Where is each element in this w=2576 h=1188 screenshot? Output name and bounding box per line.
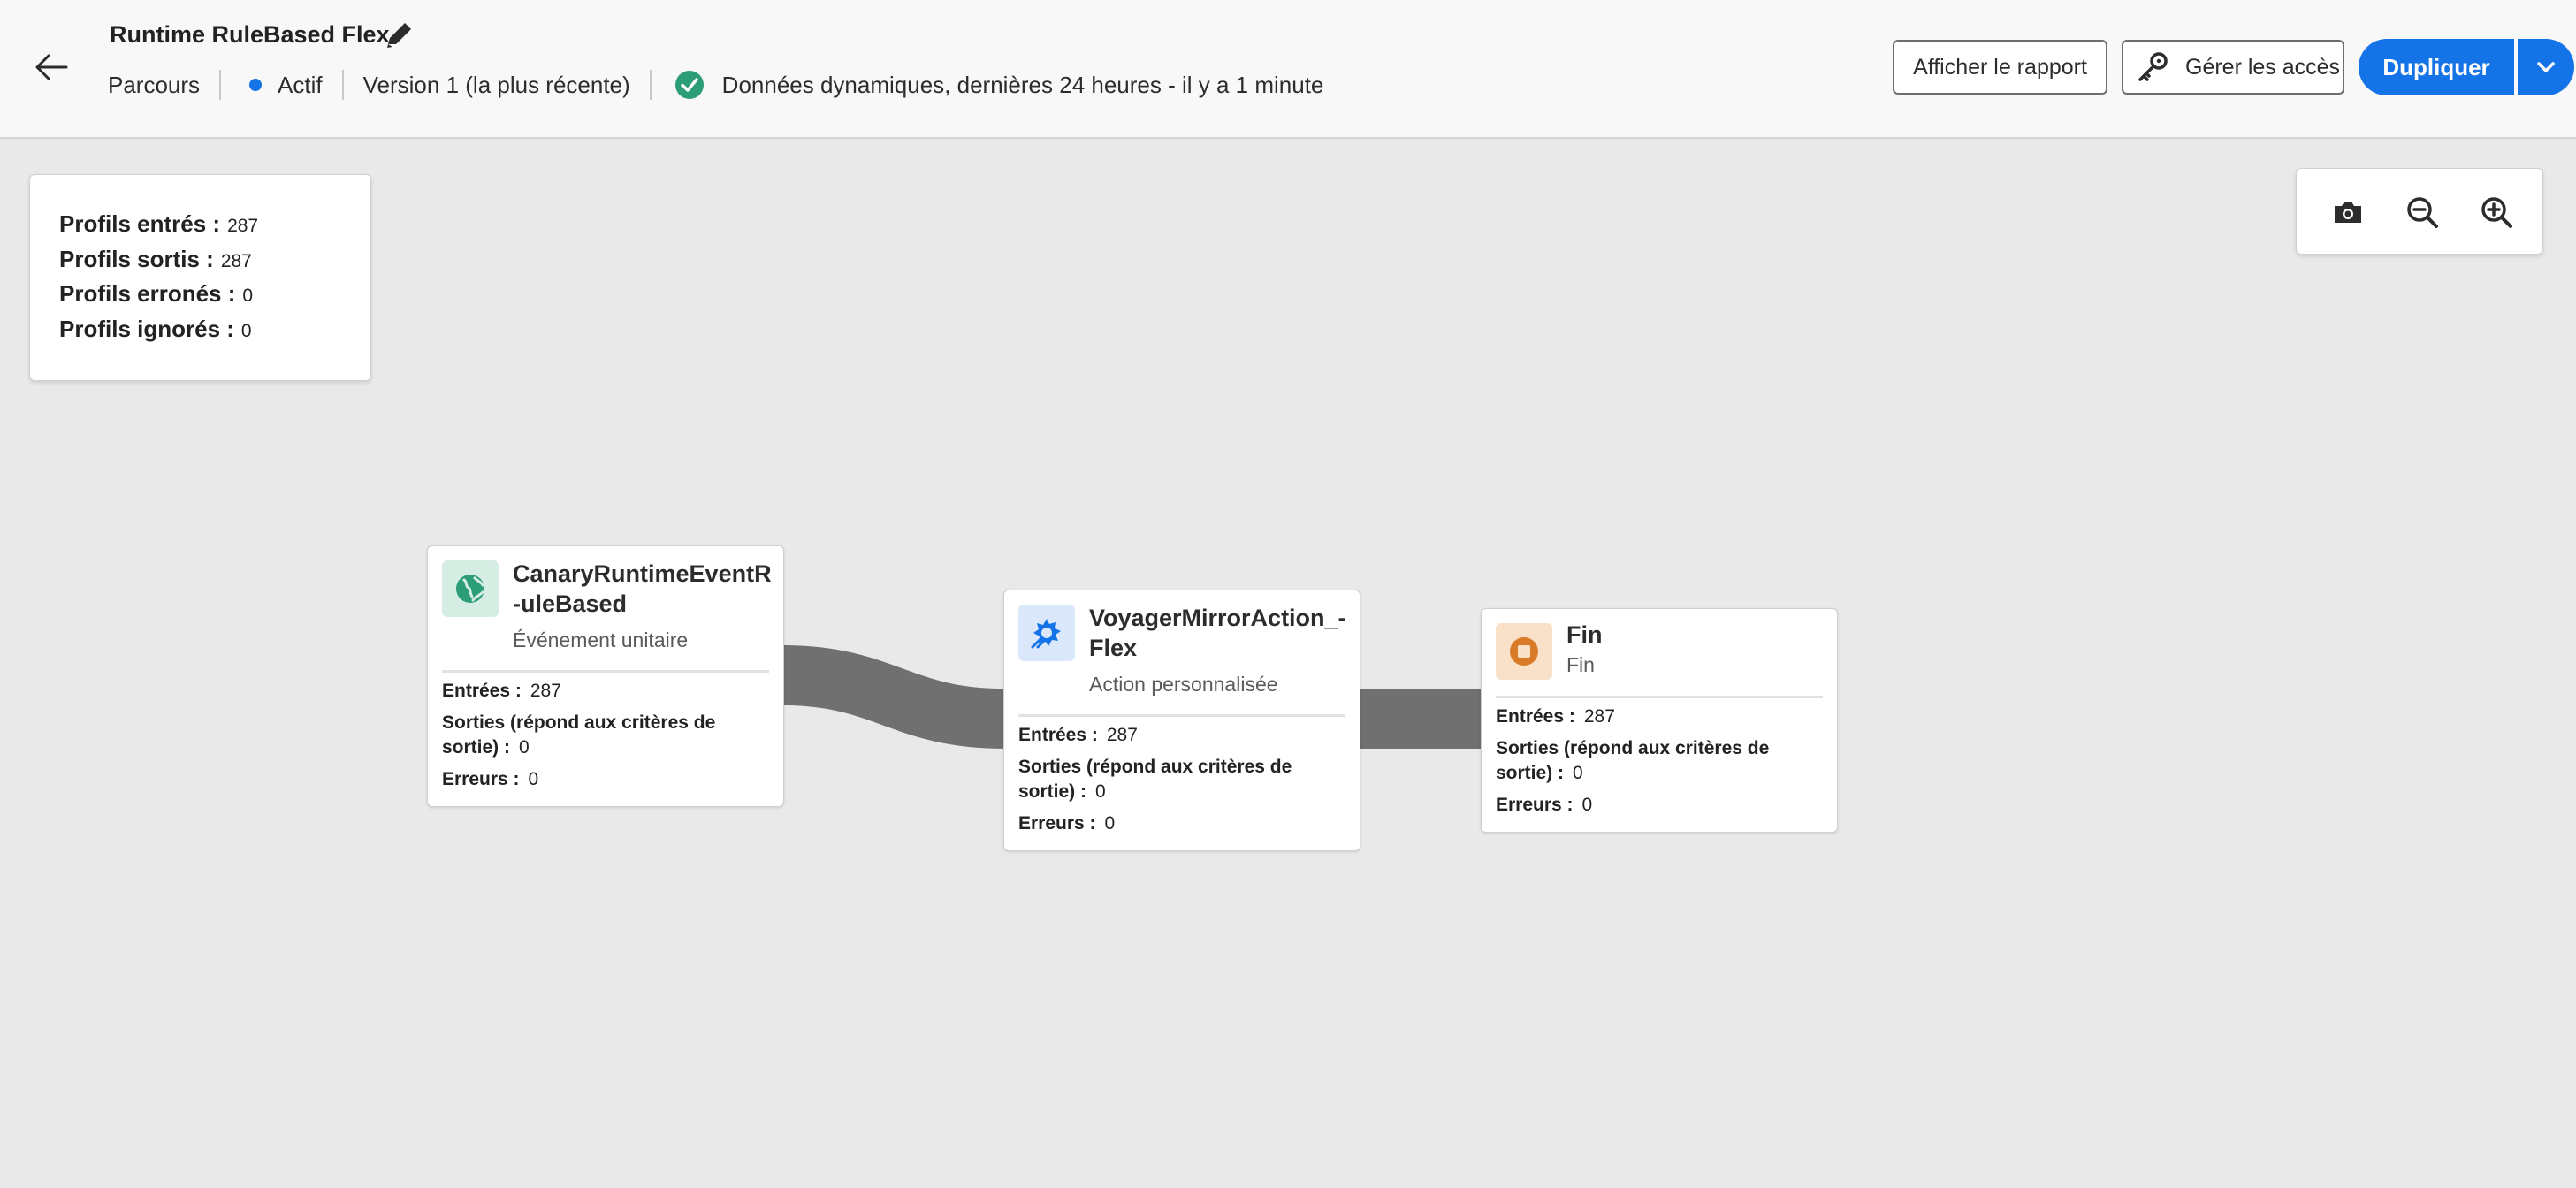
key-icon [2138, 52, 2168, 81]
node-exits: Sorties (répond aux critères de sortie) … [442, 711, 769, 760]
errors-label: Erreurs : [442, 769, 520, 789]
node-exits: Sorties (répond aux critères de sortie) … [1496, 736, 1823, 786]
back-button[interactable] [32, 48, 71, 87]
node-type: Action personnalisée [1089, 673, 1278, 696]
flow-link-event-to-action [782, 645, 1004, 749]
globe-icon [456, 575, 484, 603]
custom-action-icon [1031, 619, 1061, 649]
stat-profiles-errored: Profils erronés : 0 [59, 280, 370, 316]
zoom-in-button[interactable] [2477, 193, 2516, 232]
divider [341, 70, 344, 100]
entries-value: 287 [1583, 706, 1615, 727]
node-name: Fin [1566, 621, 1603, 648]
node-entries: Entrées : 287 [1496, 704, 1823, 729]
checkmark-circle-icon [674, 71, 704, 99]
entries-value: 287 [530, 681, 561, 701]
stat-profiles-exited: Profils sortis : 287 [59, 246, 370, 281]
version-label[interactable]: Version 1 (la plus récente) [363, 72, 630, 99]
stat-value: 287 [220, 250, 252, 271]
errors-value: 0 [1104, 813, 1116, 834]
entries-label: Entrées : [442, 681, 522, 701]
manage-access-label: Gérer les accès [2185, 54, 2341, 80]
stat-value: 287 [227, 216, 259, 236]
status-dot-icon [249, 79, 263, 91]
stat-value: 0 [240, 320, 252, 341]
exits-value: 0 [519, 737, 530, 758]
camera-icon [2335, 202, 2361, 223]
node-stats: Entrées : 287 Sorties (répond aux critère… [442, 679, 769, 792]
view-report-button[interactable]: Afficher le rapport [1893, 40, 2107, 95]
node-entries: Entrées : 287 [442, 679, 769, 704]
divider [219, 70, 222, 100]
node-errors: Erreurs : 0 [1496, 793, 1823, 818]
edit-pencil-icon[interactable] [382, 18, 417, 53]
breadcrumb-journeys[interactable]: Parcours [108, 72, 200, 99]
node-errors: Erreurs : 0 [442, 767, 769, 792]
duplicate-button[interactable]: Dupliquer [2359, 39, 2514, 95]
entries-label: Entrées : [1018, 725, 1098, 745]
node-name: CanaryRuntimeEventR-uleBased [513, 560, 772, 617]
node-type: Événement unitaire [513, 628, 689, 651]
errors-value: 0 [1581, 795, 1593, 815]
stat-label: Profils ignorés : [59, 315, 234, 342]
node-stats: Entrées : 287 Sorties (répond aux critère… [1496, 704, 1823, 818]
exits-label: Sorties (répond aux critères de sortie) … [442, 712, 716, 758]
duplicate-menu-button[interactable] [2518, 39, 2574, 95]
node-exits: Sorties (répond aux critères de sortie) … [1018, 755, 1345, 804]
exits-value: 0 [1573, 763, 1583, 783]
journey-node-event[interactable]: CanaryRuntimeEventR-uleBased Événement u… [427, 545, 784, 807]
journey-title: Runtime RuleBased Flex [110, 21, 390, 48]
exits-label: Sorties (répond aux critères de sortie) … [1496, 738, 1770, 783]
canvas-toolbar [2296, 168, 2543, 255]
node-stats: Entrées : 287 Sorties (répond aux critère… [1018, 723, 1345, 836]
screenshot-button[interactable] [2328, 193, 2367, 232]
journey-node-end[interactable]: Fin Fin Entrées : 287 Sorties (répond aux… [1481, 608, 1838, 833]
journey-node-custom-action[interactable]: VoyagerMirrorAction_-Flex Action personn… [1003, 590, 1360, 851]
stat-profiles-ignored: Profils ignorés : 0 [59, 316, 370, 351]
node-name: VoyagerMirrorAction_-Flex [1089, 605, 1346, 661]
node-type: Fin [1566, 653, 1595, 676]
journey-meta: Parcours Actif Version 1 (la plus récent… [108, 69, 1323, 101]
journey-stats-card: Profils entrés : 287 Profils sortis : 28… [29, 174, 371, 381]
manage-access-button[interactable]: Gérer les accès [2122, 40, 2344, 95]
entries-label: Entrées : [1496, 706, 1575, 727]
errors-label: Erreurs : [1018, 813, 1096, 834]
data-status-label: Données dynamiques, dernières 24 heures … [721, 71, 1324, 98]
zoom-out-icon [2407, 197, 2438, 228]
zoom-out-button[interactable] [2403, 193, 2442, 232]
node-icon-box [1018, 605, 1075, 661]
stat-value: 0 [242, 286, 254, 306]
stat-profiles-entered: Profils entrés : 287 [59, 210, 370, 246]
stop-icon [1510, 637, 1538, 666]
stat-label: Profils erronés : [59, 280, 236, 307]
status-label: Actif [278, 71, 323, 98]
divider [442, 670, 769, 673]
entries-value: 287 [1106, 725, 1138, 745]
exits-value: 0 [1095, 781, 1106, 802]
chevron-down-icon [2537, 62, 2555, 72]
arrow-left-icon [35, 54, 68, 80]
node-entries: Entrées : 287 [1018, 723, 1345, 748]
divider [649, 70, 652, 100]
divider [1018, 714, 1345, 717]
journey-header: Runtime RuleBased Flex Parcours Actif Ve… [0, 0, 2576, 139]
node-errors: Erreurs : 0 [1018, 811, 1345, 836]
zoom-in-icon [2481, 197, 2512, 228]
node-icon-box [1496, 623, 1552, 680]
stat-label: Profils entrés : [59, 210, 221, 237]
divider [1496, 696, 1823, 698]
exits-label: Sorties (répond aux critères de sortie) … [1018, 757, 1292, 802]
stat-label: Profils sortis : [59, 245, 214, 272]
errors-value: 0 [528, 769, 539, 789]
errors-label: Erreurs : [1496, 795, 1574, 815]
node-icon-box [442, 560, 499, 617]
